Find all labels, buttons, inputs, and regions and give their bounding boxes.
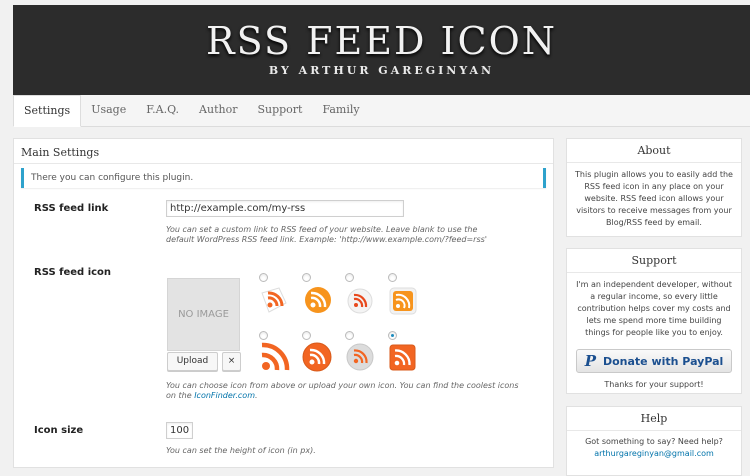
tab-usage[interactable]: Usage — [81, 95, 136, 126]
rss-icon-option-4[interactable] — [389, 287, 417, 315]
iconfinder-link[interactable]: IconFinder.com — [194, 391, 255, 400]
banner-subtitle: BY ARTHUR GAREGINYAN — [268, 64, 495, 77]
rss-icon-option-7[interactable] — [346, 343, 374, 371]
support-thanks: Thanks for your support! — [604, 380, 704, 389]
about-text: This plugin allows you to easily add the… — [575, 170, 733, 227]
rss-icon-option-6[interactable] — [302, 342, 332, 372]
tab-author[interactable]: Author — [189, 95, 247, 126]
panel-title: Main Settings — [14, 139, 553, 164]
icon-preview-placeholder: NO IMAGE — [167, 278, 240, 351]
tab-faq[interactable]: F.A.Q. — [136, 95, 189, 126]
icon-option-radio-5[interactable] — [259, 331, 268, 340]
icon-option-radio-1[interactable] — [259, 273, 268, 282]
tab-bar: Settings Usage F.A.Q. Author Support Fam… — [13, 95, 750, 127]
help-box: Help Got something to say? Need help? ar… — [566, 406, 742, 476]
about-title: About — [567, 139, 741, 163]
help-title: Help — [567, 407, 741, 431]
icon-size-label: Icon size — [34, 425, 84, 436]
feed-link-input[interactable] — [166, 200, 404, 217]
info-notice: There you can configure this plugin. — [21, 168, 546, 188]
icon-option-radio-6[interactable] — [302, 331, 311, 340]
icon-option-radio-7[interactable] — [345, 331, 354, 340]
support-title: Support — [567, 249, 741, 273]
feed-icon-hint-end: . — [255, 391, 258, 400]
rss-icon-option-8[interactable] — [389, 344, 416, 371]
tab-support[interactable]: Support — [247, 95, 312, 126]
paypal-button-label: Donate with PayPal — [602, 354, 724, 368]
banner-title: RSS FEED ICON — [206, 19, 557, 63]
icon-option-radio-8[interactable] — [388, 331, 397, 340]
tab-family[interactable]: Family — [312, 95, 369, 126]
about-box: About This plugin allows you to easily a… — [566, 138, 742, 237]
feed-link-label: RSS feed link — [34, 203, 109, 214]
help-email-link[interactable]: arthurgareginyan@gmail.com — [567, 448, 741, 466]
remove-image-button[interactable]: × — [222, 352, 241, 371]
feed-link-hint: You can set a custom link to RSS feed of… — [166, 225, 487, 244]
rss-icon-option-3[interactable] — [347, 288, 373, 314]
plugin-banner: RSS FEED ICON BY ARTHUR GAREGINYAN — [13, 5, 750, 95]
rss-icon-option-1[interactable] — [259, 285, 289, 315]
paypal-icon: P — [584, 352, 596, 370]
main-settings-panel: Main Settings There you can configure th… — [13, 138, 554, 468]
icon-size-hint: You can set the height of icon (in px). — [166, 446, 316, 455]
help-text: Got something to say? Need help? — [585, 437, 723, 446]
icon-option-radio-4[interactable] — [388, 273, 397, 282]
feed-icon-label: RSS feed icon — [34, 267, 112, 278]
tab-settings[interactable]: Settings — [13, 95, 82, 127]
support-text: I'm an independent developer, without a … — [576, 280, 732, 337]
icon-size-input[interactable] — [166, 422, 193, 439]
icon-option-radio-2[interactable] — [302, 273, 311, 282]
support-box: Support I'm an independent developer, wi… — [566, 248, 742, 394]
rss-icon-option-5[interactable] — [259, 342, 291, 372]
icon-option-radio-3[interactable] — [345, 273, 354, 282]
feed-icon-hint: You can choose icon from above or upload… — [166, 381, 526, 401]
rss-icon-option-2[interactable] — [303, 285, 333, 315]
donate-paypal-button[interactable]: P Donate with PayPal — [576, 349, 732, 373]
upload-button[interactable]: Upload — [167, 352, 218, 371]
